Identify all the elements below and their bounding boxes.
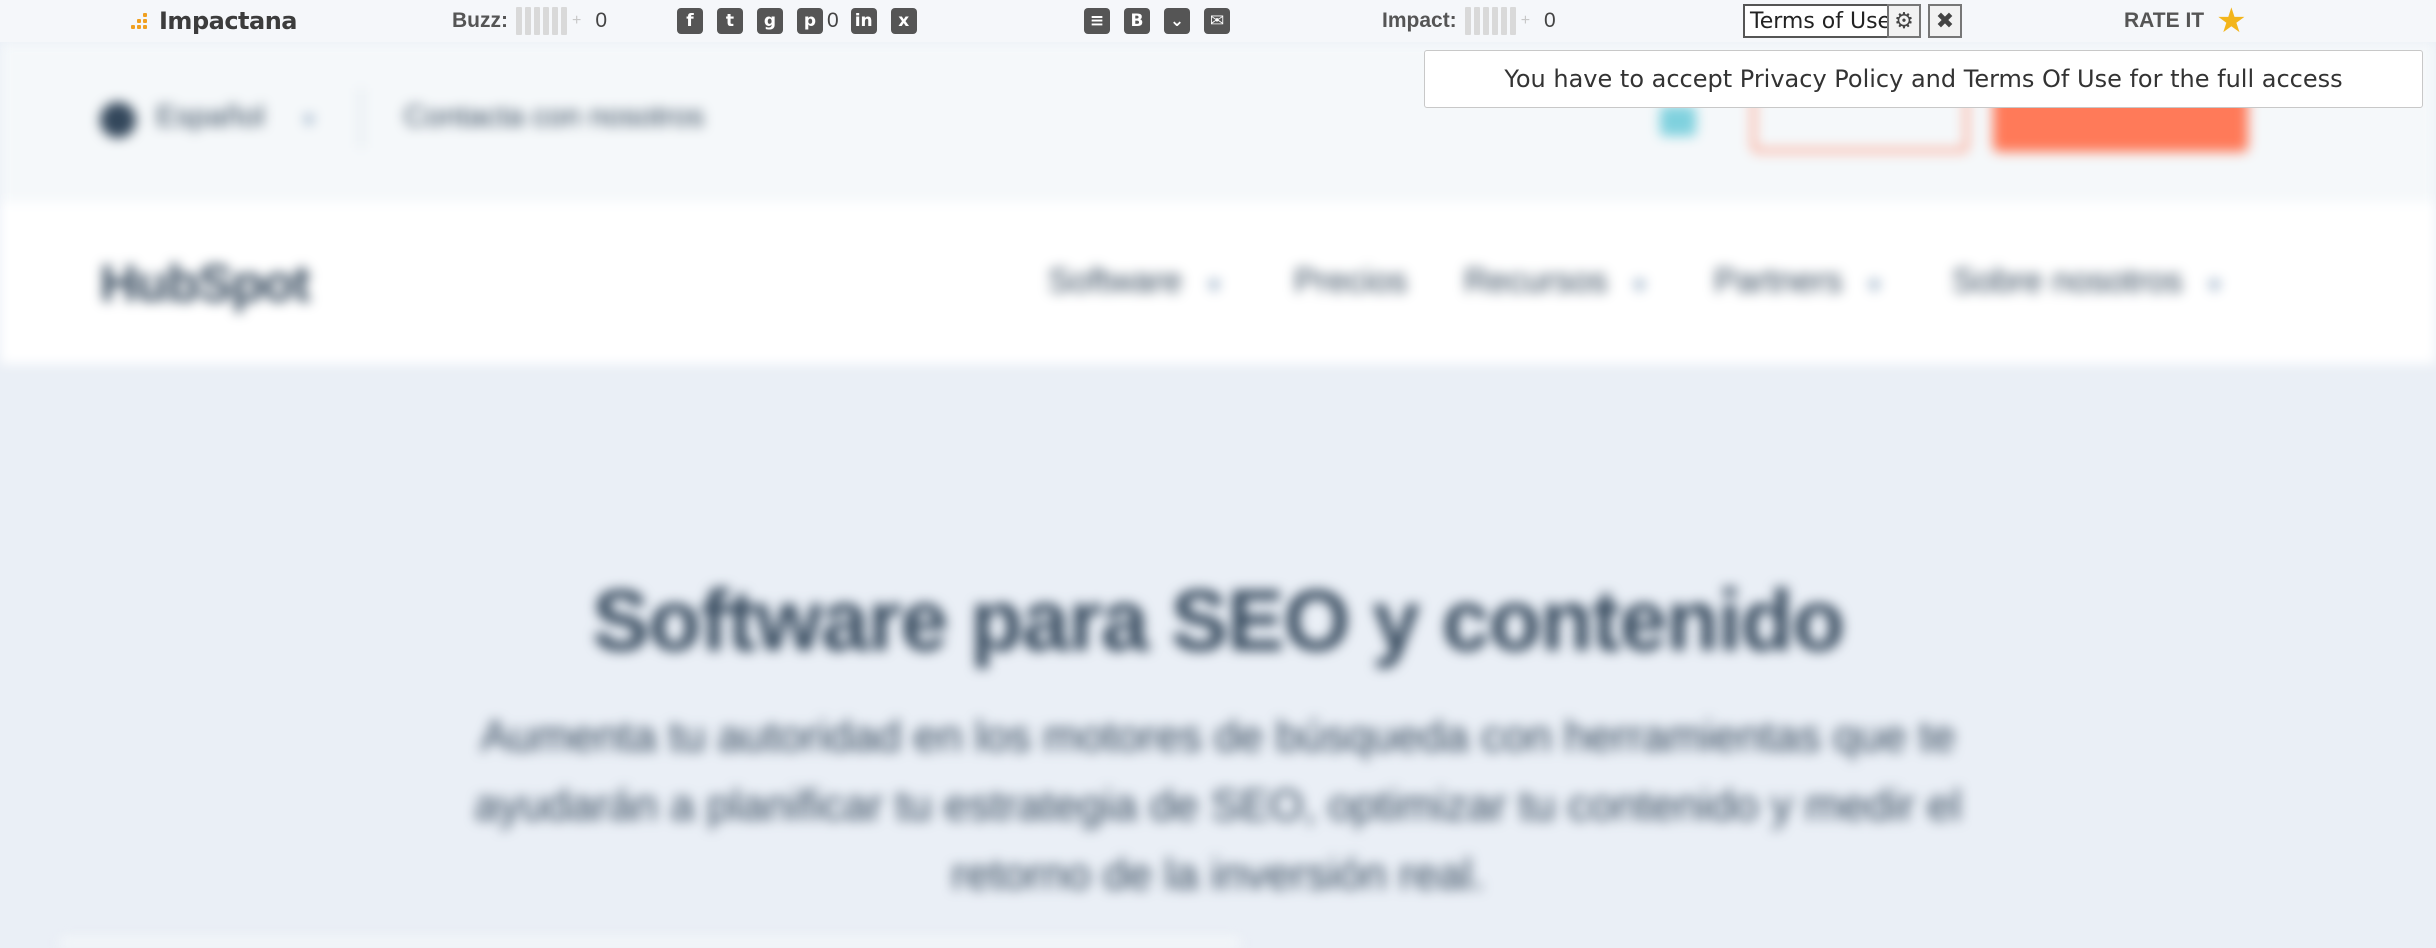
blurred-page: Español ▼ Contacta con nosotros HubSpot …	[0, 0, 2436, 948]
xing-icon[interactable]: x	[890, 8, 917, 34]
rate-it-label: RATE IT	[2124, 9, 2205, 32]
impactana-toolbar: Impactana Buzz: + 0 f t g p 0 in x ≡ B ⌄…	[0, 0, 2436, 42]
hero-subtitle: Aumenta tu autoridad en los motores de b…	[474, 712, 1962, 899]
buzz-count: 0	[595, 9, 608, 32]
nav-item-label: Precios	[1294, 262, 1408, 300]
impact-bars: +	[1464, 7, 1530, 35]
save-share-group: ≡ B ⌄ ✉	[1084, 0, 1244, 42]
impactana-logo[interactable]: Impactana	[131, 0, 298, 42]
linkedin-icon[interactable]: in	[850, 8, 877, 34]
hatena-icon[interactable]: B	[1124, 8, 1150, 34]
nav-item-label: Partners	[1714, 262, 1843, 300]
hubspot-logo[interactable]: HubSpot	[100, 254, 311, 314]
nav-item-recursos[interactable]: Recursos ▼	[1464, 262, 1649, 301]
impactana-logo-text: Impactana	[159, 7, 298, 35]
nav-item-label: Recursos	[1464, 262, 1608, 300]
content-card-edge	[60, 938, 1240, 948]
buzz-meter: Buzz: + 0	[452, 0, 607, 42]
pinterest-icon[interactable]: p	[797, 8, 823, 34]
chevron-down-icon: ▼	[1204, 275, 1224, 297]
chevron-down-icon: ▼	[300, 110, 318, 130]
social-share-group: f t g p 0 in x	[677, 0, 931, 42]
buzz-label: Buzz:	[452, 9, 508, 32]
nav-item-label: Software	[1048, 262, 1183, 300]
facebook-icon[interactable]: f	[677, 8, 703, 34]
google-plus-icon[interactable]: g	[757, 8, 783, 34]
terms-of-use-button[interactable]: Terms of Use	[1743, 4, 1899, 38]
nav-item-sobre-nosotros[interactable]: Sobre nosotros ▼	[1952, 262, 2224, 301]
email-icon[interactable]: ✉	[1204, 8, 1230, 34]
impact-label: Impact:	[1382, 9, 1457, 32]
divider	[360, 88, 362, 148]
hero-title: Software para SEO y contenido	[592, 573, 1845, 669]
nav-item-software[interactable]: Software ▼	[1048, 262, 1224, 301]
buffer-icon[interactable]: ≡	[1084, 8, 1110, 34]
pinterest-count: 0	[827, 9, 839, 32]
globe-icon	[100, 102, 136, 138]
access-notice: You have to accept Privacy Policy and Te…	[1424, 50, 2423, 108]
close-icon[interactable]: ✖	[1928, 4, 1962, 38]
nav-item-label: Sobre nosotros	[1952, 262, 2183, 300]
nav-item-precios[interactable]: Precios	[1294, 262, 1407, 301]
chevron-down-icon: ▼	[1629, 275, 1650, 297]
rate-it-button[interactable]: RATE IT ★	[2124, 0, 2247, 42]
twitter-icon[interactable]: t	[717, 8, 743, 34]
chevron-down-icon: ▼	[2204, 275, 2225, 297]
star-icon: ★	[2216, 1, 2247, 41]
impact-meter: Impact: + 0	[1382, 0, 1556, 42]
search-icon[interactable]	[1660, 106, 1696, 136]
impact-count: 0	[1544, 9, 1556, 32]
buzz-bars: +	[516, 7, 581, 35]
gear-icon[interactable]: ⚙	[1887, 4, 1921, 38]
language-selector[interactable]: Español	[156, 100, 264, 134]
chevron-down-icon: ▼	[1864, 275, 1885, 297]
pocket-icon[interactable]: ⌄	[1164, 8, 1190, 34]
nav-item-partners[interactable]: Partners ▼	[1714, 262, 1884, 301]
contact-link[interactable]: Contacta con nosotros	[404, 100, 704, 134]
impactana-logo-icon	[131, 12, 155, 30]
